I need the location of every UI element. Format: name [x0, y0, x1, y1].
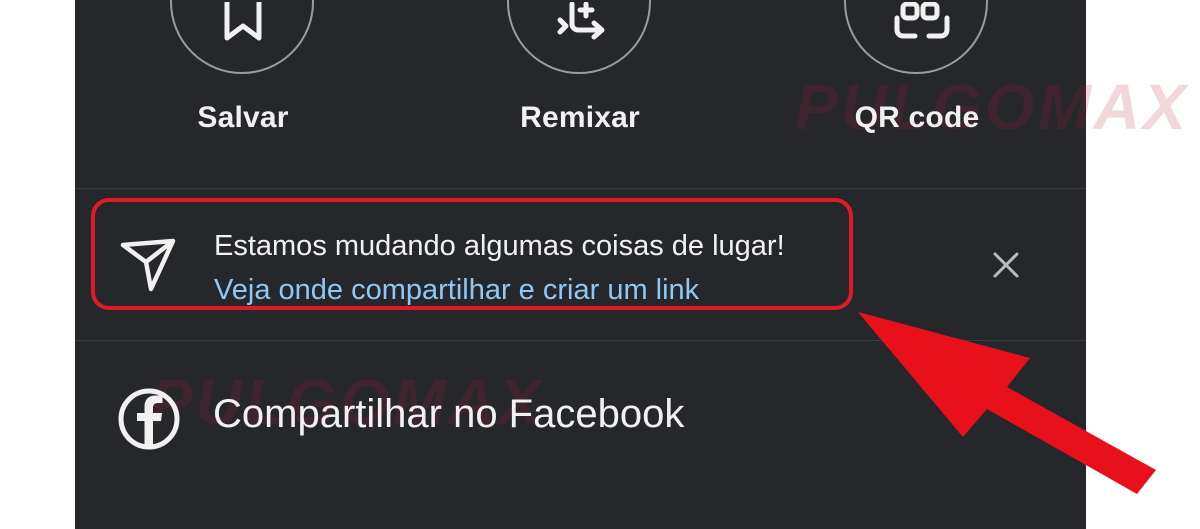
qr-code-label: QR code [854, 101, 980, 134]
remix-action-circle[interactable] [507, 0, 651, 74]
share-facebook-item[interactable]: Compartilhar no Facebook [75, 376, 1086, 466]
save-label: Salvar [197, 101, 289, 134]
notice-message: Estamos mudando algumas coisas de lugar! [214, 230, 785, 262]
remix-label: Remixar [520, 101, 640, 134]
facebook-label: Compartilhar no Facebook [213, 392, 685, 436]
qr-code-action[interactable]: QR code [789, 0, 1049, 150]
divider [75, 340, 1086, 341]
save-action[interactable]: Salvar [115, 0, 375, 150]
close-notice-button[interactable] [990, 249, 1022, 281]
save-action-circle[interactable] [170, 0, 314, 74]
close-icon [993, 252, 1019, 278]
notice-link[interactable]: Veja onde compartilhar e criar um link [214, 274, 699, 307]
send-icon [120, 238, 176, 292]
remix-action[interactable]: Remixar [452, 0, 712, 150]
divider [75, 188, 1086, 189]
remix-icon [557, 2, 605, 40]
qr-code-action-circle[interactable] [844, 0, 988, 74]
qr-code-icon [894, 2, 950, 39]
share-notice-banner[interactable]: Estamos mudando algumas coisas de lugar!… [91, 198, 853, 310]
bookmark-icon [224, 2, 262, 41]
facebook-icon [118, 388, 180, 450]
